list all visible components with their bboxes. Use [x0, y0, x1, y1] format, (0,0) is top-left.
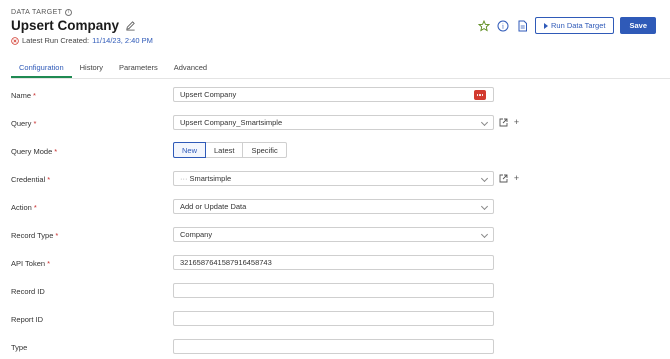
query-select-value: Upsert Company_Smartsimple — [180, 118, 283, 127]
latest-run-label: Latest Run Created: — [22, 36, 90, 45]
info-icon[interactable]: i — [65, 9, 73, 16]
tab-history[interactable]: History — [72, 60, 111, 78]
query-mode-label-text: Query Mode — [11, 147, 53, 156]
save-button[interactable]: Save — [620, 17, 656, 34]
info-circle-icon[interactable]: i — [497, 19, 510, 32]
password-manager-icon[interactable] — [474, 90, 486, 100]
action-select-value: Add or Update Data — [180, 202, 247, 211]
type-label-text: Type — [11, 343, 28, 352]
action-select[interactable]: Add or Update Data — [173, 199, 494, 214]
query-field-label: Query * — [11, 119, 36, 128]
query-mode-option-new[interactable]: New — [173, 142, 207, 158]
name-input[interactable]: Upsert Company — [173, 87, 494, 102]
required-marker: * — [54, 147, 58, 156]
info-circle-glyph: i — [503, 22, 505, 30]
required-marker: * — [33, 91, 36, 100]
tab-bar: Configuration History Parameters Advance… — [11, 60, 215, 78]
page-title: Upsert Company — [11, 18, 120, 33]
page-eyebrow: DATA TARGET i — [11, 9, 73, 16]
required-marker: * — [55, 231, 59, 240]
api-token-input[interactable]: 3216587641587916458743 — [173, 255, 494, 270]
record-id-field-label: Record ID — [11, 287, 45, 296]
type-input[interactable] — [173, 339, 494, 354]
api-token-input-value: 3216587641587916458743 — [180, 258, 272, 267]
name-label-text: Name — [11, 91, 32, 100]
tab-configuration[interactable]: Configuration — [11, 60, 72, 78]
required-marker: * — [33, 119, 37, 128]
name-input-value: Upsert Company — [180, 90, 237, 99]
credential-prefix: ··· — [180, 174, 188, 183]
latest-run-date[interactable]: 11/14/23, 2:40 PM — [92, 36, 153, 45]
run-data-target-button[interactable]: Run Data Target — [534, 17, 615, 34]
external-link-icon[interactable] — [499, 174, 508, 183]
plus-icon[interactable]: + — [512, 118, 521, 127]
credential-side-actions: + — [499, 174, 521, 183]
action-label-text: Action — [11, 203, 32, 212]
external-link-icon[interactable] — [499, 118, 508, 127]
action-field-label: Action * — [11, 203, 37, 212]
tab-divider — [11, 78, 670, 79]
record-id-input[interactable] — [173, 283, 494, 298]
credential-select-value: Smartsimple — [189, 174, 232, 183]
api-token-label-text: API Token — [11, 259, 46, 268]
edit-pencil-icon[interactable] — [125, 20, 136, 31]
credential-select[interactable]: ··· Smartsimple — [173, 171, 494, 186]
tab-parameters[interactable]: Parameters — [111, 60, 166, 78]
record-type-label-text: Record Type — [11, 231, 54, 240]
tab-advanced[interactable]: Advanced — [166, 60, 215, 78]
chevron-down-icon — [480, 174, 489, 183]
required-marker: * — [47, 175, 51, 184]
required-marker: * — [47, 259, 50, 268]
credential-label-text: Credential — [11, 175, 46, 184]
query-mode-option-specific[interactable]: Specific — [243, 142, 287, 158]
record-type-select[interactable]: Company — [173, 227, 494, 242]
chevron-down-icon — [480, 118, 489, 127]
report-id-input[interactable] — [173, 311, 494, 326]
record-type-field-label: Record Type * — [11, 231, 58, 240]
latest-run-status: Latest Run Created: 11/14/23, 2:40 PM — [11, 36, 153, 45]
star-favorite-icon[interactable] — [478, 19, 491, 32]
name-field-label: Name * — [11, 91, 36, 100]
header-actions: i Run Data Target Save — [478, 17, 656, 34]
plus-icon[interactable]: + — [512, 174, 521, 183]
error-circle-icon — [11, 36, 19, 45]
report-id-field-label: Report ID — [11, 315, 43, 324]
type-field-label: Type — [11, 343, 27, 352]
report-id-label-text: Report ID — [11, 315, 44, 324]
chevron-down-icon — [480, 230, 489, 239]
record-id-label-text: Record ID — [11, 287, 45, 296]
query-label-text: Query — [11, 119, 32, 128]
required-marker: * — [33, 203, 37, 212]
run-data-target-label: Run Data Target — [550, 21, 606, 30]
chevron-down-icon — [480, 202, 489, 211]
query-mode-field-label: Query Mode * — [11, 147, 57, 156]
query-mode-option-latest[interactable]: Latest — [206, 142, 244, 158]
play-icon — [543, 22, 548, 29]
credential-field-label: Credential * — [11, 175, 50, 184]
query-select[interactable]: Upsert Company_Smartsimple — [173, 115, 494, 130]
title-row: Upsert Company — [11, 18, 136, 33]
eyebrow-label: DATA TARGET — [11, 9, 63, 16]
record-type-select-value: Company — [180, 230, 213, 239]
query-mode-segmented-control: New Latest Specific — [173, 142, 287, 158]
query-side-actions: + — [499, 118, 521, 127]
document-icon[interactable] — [516, 19, 529, 32]
api-token-field-label: API Token * — [11, 259, 50, 268]
